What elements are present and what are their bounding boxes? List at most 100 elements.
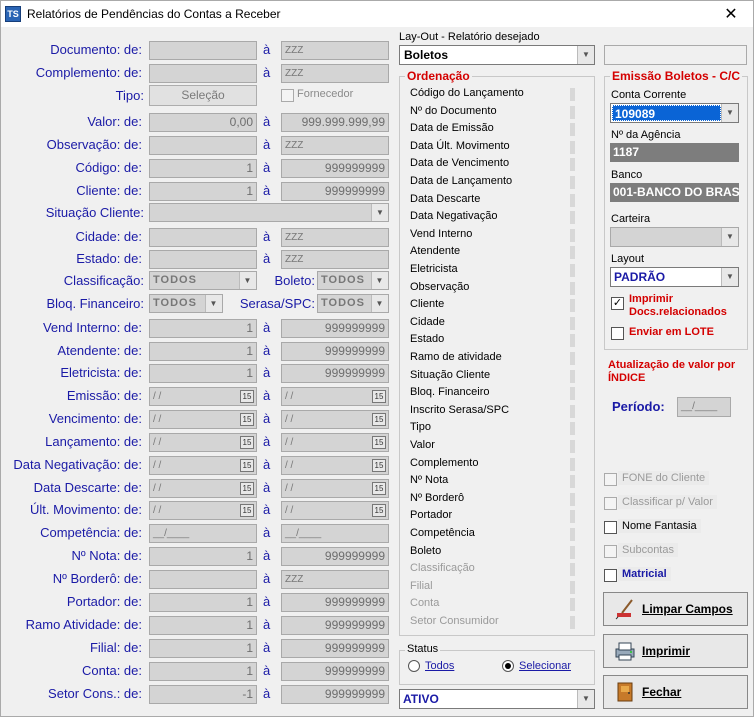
ordenacao-item[interactable]: Boleto [410, 545, 441, 557]
ordenacao-item[interactable]: Data Negativação [410, 210, 497, 222]
data-descarte-from-field[interactable]: / / 15 [149, 479, 257, 498]
estado-from-field[interactable] [149, 250, 257, 269]
carteira-select[interactable]: ▼ [610, 227, 739, 247]
calendar-icon[interactable]: 15 [240, 436, 254, 449]
calendar-icon[interactable]: 15 [372, 436, 386, 449]
bloq-financeiro-select[interactable]: TODOS ▼ [149, 294, 223, 313]
ordenacao-item[interactable]: Nº do Documento [410, 105, 497, 117]
ordenacao-item[interactable]: Nº Borderô [410, 492, 464, 504]
num-nota-from-field[interactable]: 1 [149, 547, 257, 566]
option-checkbox[interactable] [604, 521, 617, 534]
ordenacao-item[interactable]: Tipo [410, 421, 431, 433]
agencia-field[interactable]: 1187 [610, 143, 739, 162]
close-button[interactable]: ✕ [709, 1, 753, 27]
ordenacao-item[interactable]: Complemento [410, 457, 478, 469]
boleto-select[interactable]: TODOS ▼ [317, 271, 389, 290]
calendar-icon[interactable]: 15 [372, 390, 386, 403]
atendente-to-field[interactable]: 999999999 [281, 342, 389, 361]
ordenacao-item[interactable]: Ramo de atividade [410, 351, 502, 363]
ordenacao-item[interactable]: Observação [410, 281, 469, 293]
estado-to-field[interactable]: ZZZ [281, 250, 389, 269]
observacao-from-field[interactable] [149, 136, 257, 155]
codigo-from-field[interactable]: 1 [149, 159, 257, 178]
filial-from-field[interactable]: 1 [149, 639, 257, 658]
ordenacao-item[interactable]: Data Descarte [410, 193, 480, 205]
num-bordero-from-field[interactable] [149, 570, 257, 589]
setor-cons-from-field[interactable]: -1 [149, 685, 257, 704]
documento-from-field[interactable] [149, 41, 257, 60]
vencimento-from-field[interactable]: / / 15 [149, 410, 257, 429]
ordenacao-item[interactable]: Cidade [410, 316, 445, 328]
num-nota-to-field[interactable]: 999999999 [281, 547, 389, 566]
valor-from-field[interactable]: 0,00 [149, 113, 257, 132]
enviar-lote-checkbox[interactable] [611, 327, 624, 340]
ordenacao-item[interactable]: Estado [410, 333, 444, 345]
classificacao-select[interactable]: TODOS ▼ [149, 271, 257, 290]
lancamento-from-field[interactable]: / / 15 [149, 433, 257, 452]
ordenacao-item[interactable]: Código do Lançamento [410, 87, 524, 99]
observacao-to-field[interactable]: ZZZ [281, 136, 389, 155]
ordenacao-item[interactable]: Filial [410, 580, 433, 592]
cidade-to-field[interactable]: ZZZ [281, 228, 389, 247]
portador-to-field[interactable]: 999999999 [281, 593, 389, 612]
calendar-icon[interactable]: 15 [240, 504, 254, 517]
calendar-icon[interactable]: 15 [372, 482, 386, 495]
competencia-from-field[interactable]: __/____ [149, 524, 257, 543]
option-checkbox[interactable] [604, 473, 617, 486]
ordenacao-item[interactable]: Data de Lançamento [410, 175, 512, 187]
layout-boleto-select[interactable]: PADRÃO ▼ [610, 267, 739, 287]
ordenacao-item[interactable]: Bloq. Financeiro [410, 386, 490, 398]
emissao-to-field[interactable]: / / 15 [281, 387, 389, 406]
ordenacao-item[interactable]: Competência [410, 527, 475, 539]
complemento-from-field[interactable] [149, 64, 257, 83]
conta-from-field[interactable]: 1 [149, 662, 257, 681]
situacao-cliente-select[interactable]: ▼ [149, 203, 389, 222]
option-checkbox[interactable] [604, 497, 617, 510]
option-checkbox[interactable] [604, 545, 617, 558]
status-todos-radio[interactable] [408, 660, 420, 672]
setor-cons-to-field[interactable]: 999999999 [281, 685, 389, 704]
status-selecionar-radio[interactable] [502, 660, 514, 672]
conta-to-field[interactable]: 999999999 [281, 662, 389, 681]
ordenacao-item[interactable]: Data de Vencimento [410, 157, 509, 169]
ult-movimento-from-field[interactable]: / / 15 [149, 501, 257, 520]
emissao-from-field[interactable]: / / 15 [149, 387, 257, 406]
ordenacao-item[interactable]: Conta [410, 597, 439, 609]
fornecedor-checkbox[interactable] [281, 89, 294, 102]
num-bordero-to-field[interactable]: ZZZ [281, 570, 389, 589]
ordenacao-item[interactable]: Classificação [410, 562, 475, 574]
ordenacao-item[interactable]: Situação Cliente [410, 369, 490, 381]
status-select[interactable]: ATIVO ▼ [399, 689, 595, 709]
data-descarte-to-field[interactable]: / / 15 [281, 479, 389, 498]
valor-to-field[interactable]: 999.999.999,99 [281, 113, 389, 132]
ramo-atividade-from-field[interactable]: 1 [149, 616, 257, 635]
lancamento-to-field[interactable]: / / 15 [281, 433, 389, 452]
eletricista-to-field[interactable]: 999999999 [281, 364, 389, 383]
ordenacao-item[interactable]: Data de Emissão [410, 122, 494, 134]
ult-movimento-to-field[interactable]: / / 15 [281, 501, 389, 520]
calendar-icon[interactable]: 15 [240, 482, 254, 495]
ordenacao-item[interactable]: Nº Nota [410, 474, 448, 486]
conta-corrente-select[interactable]: 109089 ▼ [610, 103, 739, 123]
cidade-from-field[interactable] [149, 228, 257, 247]
vend-interno-to-field[interactable]: 999999999 [281, 319, 389, 338]
portador-from-field[interactable]: 1 [149, 593, 257, 612]
filial-to-field[interactable]: 999999999 [281, 639, 389, 658]
calendar-icon[interactable]: 15 [372, 413, 386, 426]
ordenacao-item[interactable]: Setor Consumidor [410, 615, 499, 627]
imprimir-button[interactable]: Imprimir [603, 634, 748, 668]
codigo-to-field[interactable]: 999999999 [281, 159, 389, 178]
limpar-campos-button[interactable]: Limpar Campos [603, 592, 748, 626]
tipo-selecao-button[interactable]: Seleção [149, 85, 257, 106]
eletricista-from-field[interactable]: 1 [149, 364, 257, 383]
ordenacao-item[interactable]: Eletricista [410, 263, 458, 275]
calendar-icon[interactable]: 15 [240, 459, 254, 472]
ordenacao-item[interactable]: Inscrito Serasa/SPC [410, 404, 509, 416]
data-negativacao-from-field[interactable]: / / 15 [149, 456, 257, 475]
ordenacao-item[interactable]: Valor [410, 439, 435, 451]
cliente-to-field[interactable]: 999999999 [281, 182, 389, 201]
imprimir-docs-checkbox[interactable]: ✓ [611, 297, 624, 310]
cliente-from-field[interactable]: 1 [149, 182, 257, 201]
ordenacao-item[interactable]: Portador [410, 509, 452, 521]
ordenacao-item[interactable]: Cliente [410, 298, 444, 310]
